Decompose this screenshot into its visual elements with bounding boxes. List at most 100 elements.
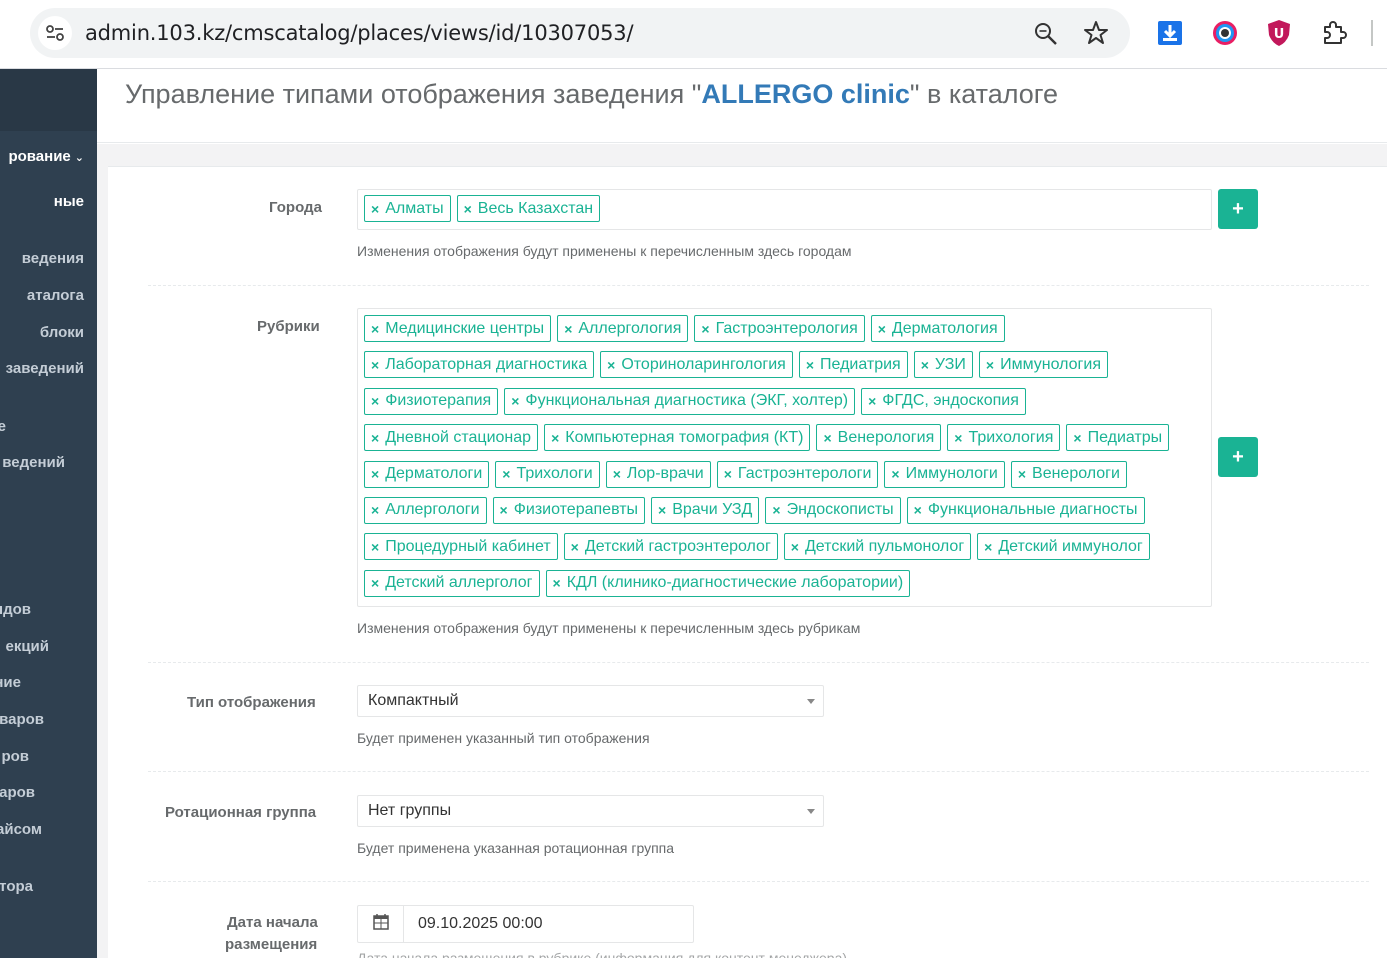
remove-tag-icon[interactable]: × [868, 393, 876, 409]
remove-tag-icon[interactable]: × [371, 201, 379, 217]
sidebar-item-0[interactable]: рование ⌄ [8, 148, 84, 165]
sidebar-item-11[interactable]: варов [0, 711, 44, 728]
remove-tag-icon[interactable]: × [553, 575, 561, 591]
rubrics-tag-label: Компьютерная томография (КТ) [565, 428, 804, 446]
remove-tag-icon[interactable]: × [724, 466, 732, 482]
rubrics-tag-label: Детский иммунолог [998, 537, 1143, 555]
rubrics-tag: × Трихология [947, 424, 1061, 452]
sidebar-item-12[interactable]: ров [1, 748, 29, 765]
add-city-button[interactable]: + [1218, 189, 1258, 229]
remove-tag-icon[interactable]: × [1018, 466, 1026, 482]
cities-tag-input[interactable]: × Алматы × Весь Казахстан [357, 189, 1212, 230]
rubrics-label: Рубрики [257, 318, 320, 335]
ublock-extension-icon[interactable]: U [1264, 18, 1294, 48]
remove-tag-icon[interactable]: × [502, 466, 510, 482]
rubrics-tag-label: Детский пульмонолог [804, 537, 965, 555]
rubrics-tag: × Венерологи [1010, 460, 1127, 488]
sidebar-item-3[interactable]: аталога [27, 287, 84, 304]
rubrics-tag-input[interactable]: × Медицинские центры × Аллергология × Гастроэ… [357, 308, 1212, 607]
rubrics-tag-label: ФГДС, эндоскопия [882, 392, 1019, 410]
download-extension-icon[interactable] [1155, 18, 1185, 48]
sidebar-item-13[interactable]: аров [0, 784, 35, 801]
rubrics-tag-label: Педиатры [1087, 428, 1163, 446]
remove-tag-icon[interactable]: × [371, 539, 379, 555]
remove-tag-icon[interactable]: × [791, 539, 799, 555]
remove-tag-icon[interactable]: × [464, 201, 472, 217]
rubrics-tag: × Детский иммунолог [977, 533, 1150, 561]
rubrics-tag-label: Лор-врачи [626, 465, 704, 482]
sidebar-item-9[interactable]: екций [5, 638, 49, 655]
divider [148, 881, 1369, 882]
zoom-icon[interactable] [1033, 21, 1059, 47]
remove-tag-icon[interactable]: × [371, 575, 379, 591]
rubrics-tag: × Аллергологи [364, 496, 487, 524]
remove-tag-icon[interactable]: × [1073, 430, 1081, 446]
rubrics-tag: × Дневной стационар [364, 424, 539, 452]
rubrics-tag: × Медицинские центры [364, 315, 552, 342]
rubrics-tag: × Дерматологи [364, 460, 490, 488]
sidebar-item-7[interactable]: ведений [2, 454, 65, 471]
cities-tag-label: Весь Казахстан [477, 199, 594, 217]
site-info-icon[interactable] [38, 16, 72, 50]
clinic-name: ALLERGO clinic [701, 79, 910, 109]
remove-tag-icon[interactable]: × [806, 357, 814, 373]
remove-tag-icon[interactable]: × [914, 502, 922, 518]
remove-tag-icon[interactable]: × [658, 502, 666, 518]
sidebar-item-5[interactable]: заведений [6, 360, 84, 377]
remove-tag-icon[interactable]: × [371, 357, 379, 373]
calendar-icon[interactable] [358, 906, 404, 942]
color-picker-extension-icon[interactable] [1210, 18, 1240, 48]
svg-text:U: U [1274, 27, 1285, 42]
remove-tag-icon[interactable]: × [371, 321, 379, 337]
remove-tag-icon[interactable]: × [371, 502, 379, 518]
remove-tag-icon[interactable]: × [371, 466, 379, 482]
remove-tag-icon[interactable]: × [511, 393, 519, 409]
add-rubric-button[interactable]: + [1218, 437, 1258, 477]
remove-tag-icon[interactable]: × [772, 502, 780, 518]
remove-tag-icon[interactable]: × [551, 430, 559, 446]
rubrics-tag: × Гастроэнтерологи [716, 460, 879, 488]
remove-tag-icon[interactable]: × [921, 357, 929, 373]
rubrics-tag-label: Трихологи [516, 465, 593, 482]
remove-tag-icon[interactable]: × [564, 321, 572, 337]
sidebar-item-10[interactable]: ние [0, 674, 21, 691]
remove-tag-icon[interactable]: × [891, 466, 899, 482]
rotation-group-help: Будет применена указанная ротационная гр… [357, 840, 675, 856]
start-date-input[interactable]: 09.10.2025 00:00 [357, 905, 694, 943]
rubrics-tag-label: Гастроэнтерологи [737, 465, 872, 482]
remove-tag-icon[interactable]: × [701, 321, 709, 337]
remove-tag-icon[interactable]: × [986, 357, 994, 373]
remove-tag-icon[interactable]: × [571, 539, 579, 555]
remove-tag-icon[interactable]: × [371, 430, 379, 446]
remove-tag-icon[interactable]: × [607, 357, 615, 373]
remove-tag-icon[interactable]: × [371, 393, 379, 409]
rubrics-tag: × Физиотерапия [364, 387, 499, 415]
rotation-group-select[interactable]: Нет группы [357, 795, 824, 827]
sidebar-item-15[interactable]: тора [0, 878, 33, 895]
remove-tag-icon[interactable]: × [613, 466, 621, 482]
display-type-select[interactable]: Компактный [357, 685, 824, 717]
url-text[interactable]: admin.103.kz/cmscatalog/places/views/id/… [85, 21, 634, 45]
rubrics-help: Изменения отображения будут применены к … [357, 620, 861, 636]
address-bar[interactable]: admin.103.kz/cmscatalog/places/views/id/… [30, 8, 1130, 58]
sidebar-item-6[interactable]: е [0, 418, 6, 435]
remove-tag-icon[interactable]: × [984, 539, 992, 555]
remove-tag-icon[interactable]: × [878, 321, 886, 337]
rubrics-tag: × ФГДС, эндоскопия [861, 387, 1026, 415]
sidebar-item-4[interactable]: блоки [40, 324, 84, 341]
sidebar-item-2[interactable]: ведения [22, 250, 84, 267]
title-suffix: " в каталоге [909, 79, 1059, 109]
extensions-puzzle-icon[interactable] [1319, 18, 1349, 48]
rubrics-tag: × Функциональные диагносты [906, 496, 1145, 524]
remove-tag-icon[interactable]: × [823, 430, 831, 446]
rubrics-tag-label: Детский аллерголог [385, 574, 533, 592]
remove-tag-icon[interactable]: × [500, 502, 508, 518]
rubrics-tag-label: Гастроэнтерология [715, 319, 858, 337]
divider [148, 771, 1369, 772]
sidebar-item-14[interactable]: айсом [0, 821, 42, 838]
rubrics-tag: × КДЛ (клинико-диагностические лаборатори… [545, 569, 911, 597]
bookmark-star-icon[interactable] [1082, 19, 1110, 47]
sidebar-item-8[interactable]: ндов [0, 601, 31, 618]
sidebar-item-1[interactable]: ные [54, 193, 84, 210]
remove-tag-icon[interactable]: × [954, 430, 962, 446]
